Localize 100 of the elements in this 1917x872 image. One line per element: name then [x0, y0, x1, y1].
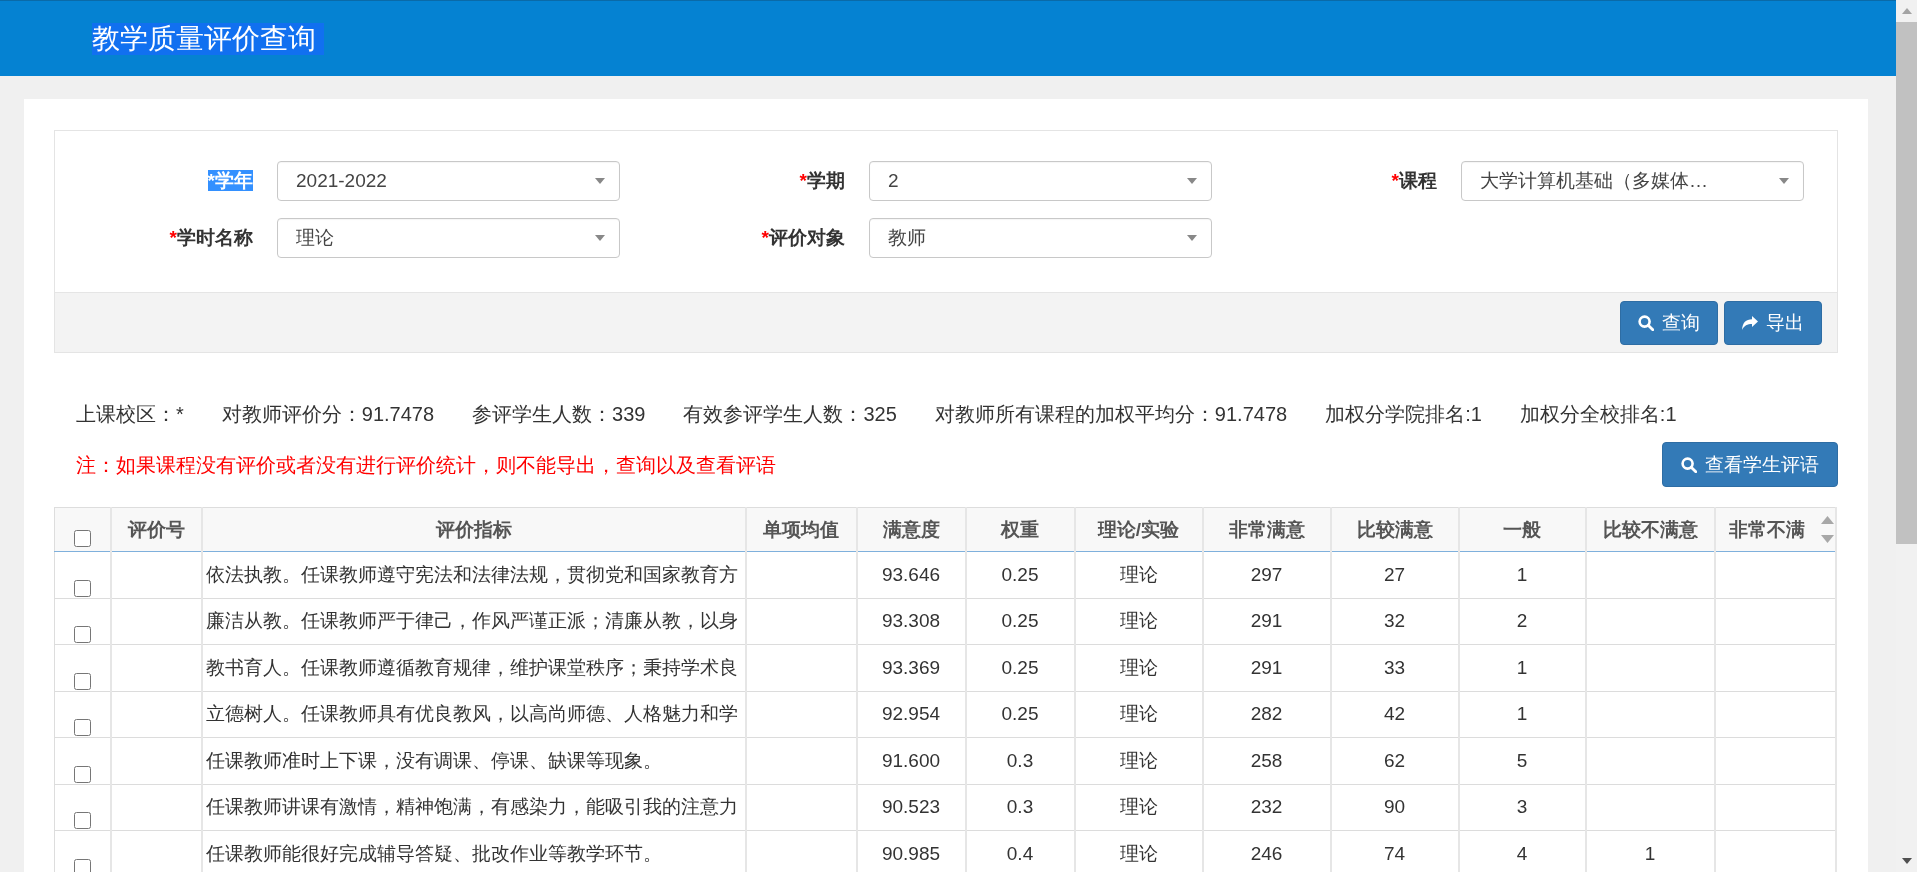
row-checkbox[interactable] [73, 858, 91, 872]
dropdown-select[interactable]: 2021-2022 [277, 161, 620, 201]
column-header: 权重 [965, 507, 1075, 552]
table-cell: 282 [1202, 691, 1331, 738]
table-cell: 93.369 [856, 644, 966, 691]
table-cell: 93.646 [856, 551, 966, 598]
field-label: *学年 [207, 170, 253, 191]
search-icon [1638, 314, 1654, 331]
table-cell: 0.25 [965, 691, 1075, 738]
table-cell: 92.954 [856, 691, 966, 738]
warning-note: 注：如果课程没有评价或者没有进行评价统计，则不能导出，查询以及查看评语 [75, 452, 776, 477]
caret-icon [1187, 178, 1197, 184]
table-cell: 297 [1202, 551, 1331, 598]
table-cell: 33 [1330, 644, 1459, 691]
column-header: 满意度 [856, 507, 966, 552]
table-cell: 理论 [1074, 644, 1203, 691]
column-header: 理论/实验 [1074, 507, 1203, 552]
table-cell: 27 [1330, 551, 1459, 598]
table-cell: 理论 [1074, 598, 1203, 645]
table-cell: 0.25 [965, 551, 1075, 598]
field-label: *学时名称 [169, 227, 253, 248]
caret-icon [595, 178, 605, 184]
table-cell: 5 [1458, 737, 1586, 784]
column-header: 比较满意 [1330, 507, 1459, 552]
scroll-down-icon[interactable] [1901, 858, 1912, 864]
table-cell: 232 [1202, 784, 1331, 831]
dropdown-select[interactable]: 教师 [869, 218, 1212, 258]
table-cell: 立德树人。任课教师具有优良教风，以高尚师德、人格魅力和学 [201, 691, 746, 738]
table-cell: 理论 [1074, 691, 1203, 738]
summary-stat: 对教师所有课程的加权平均分：91.7478 [934, 402, 1288, 426]
caret-icon [595, 235, 605, 241]
table-cell: 任课教师准时上下课，没有调课、停课、缺课等现象。 [201, 737, 746, 784]
table-cell: 246 [1202, 830, 1331, 872]
table-cell: 理论 [1074, 737, 1203, 784]
table-cell: 62 [1330, 737, 1459, 784]
search-icon [1681, 456, 1697, 473]
field-label: *学期 [799, 170, 845, 191]
table-cell: 90.985 [856, 830, 966, 872]
row-checkbox[interactable] [73, 765, 91, 783]
export-button[interactable]: 导出 [1724, 300, 1822, 345]
table-cell: 1 [1458, 691, 1586, 738]
column-header: 一般 [1458, 507, 1586, 552]
dropdown-select[interactable]: 大学计算机基础（多媒体… [1461, 161, 1804, 201]
table-cell: 0.3 [965, 737, 1075, 784]
field-label: *评价对象 [761, 227, 845, 248]
table-cell: 93.308 [856, 598, 966, 645]
field-label: *课程 [1391, 170, 1437, 191]
column-header: 比较不满意 [1585, 507, 1715, 552]
table-cell: 1 [1585, 830, 1715, 872]
dropdown-select[interactable]: 2 [869, 161, 1212, 201]
table-cell: 理论 [1074, 784, 1203, 831]
summary-stat: 对教师评价分：91.7478 [221, 402, 435, 426]
table-cell: 291 [1202, 598, 1331, 645]
row-checkbox[interactable] [73, 719, 91, 736]
table-cell: 32 [1330, 598, 1459, 645]
caret-icon [1779, 178, 1789, 184]
select-all-checkbox[interactable] [73, 530, 91, 547]
column-header: 评价指标 [201, 507, 746, 552]
table-cell: 74 [1330, 830, 1459, 872]
row-checkbox[interactable] [73, 672, 91, 690]
caret-icon [1187, 235, 1197, 241]
table-cell: 4 [1458, 830, 1586, 872]
view-comments-button[interactable]: 查看学生评语 [1662, 442, 1838, 487]
scrollbar-thumb[interactable] [1896, 22, 1917, 544]
table-cell: 90.523 [856, 784, 966, 831]
page-title: 教学质量评价查询 [92, 22, 324, 55]
table-cell: 291 [1202, 644, 1331, 691]
row-checkbox[interactable] [73, 626, 91, 643]
table-cell: 理论 [1074, 830, 1203, 872]
table-cell: 0.3 [965, 784, 1075, 831]
table-cell: 258 [1202, 737, 1331, 784]
table-cell: 任课教师讲课有激情，精神饱满，有感染力，能吸引我的注意力 [201, 784, 746, 831]
table-cell: 廉洁从教。任课教师严于律己，作风严谨正派；清廉从教，以身 [201, 598, 746, 645]
table-cell: 任课教师能很好完成辅导答疑、批改作业等教学环节。 [201, 830, 746, 872]
table-cell: 1 [1458, 551, 1586, 598]
summary-stat: 上课校区：* [76, 402, 184, 426]
table-cell: 42 [1330, 691, 1459, 738]
search-button[interactable]: 查询 [1620, 300, 1718, 345]
table-cell: 0.25 [965, 644, 1075, 691]
table-cell: 理论 [1074, 551, 1203, 598]
dropdown-select[interactable]: 理论 [277, 218, 620, 258]
row-checkbox[interactable] [73, 579, 91, 597]
column-header: 非常不满 [1728, 517, 1805, 542]
row-checkbox[interactable] [73, 812, 91, 829]
table-cell: 2 [1458, 598, 1586, 645]
summary-stat: 加权分学院排名:1 [1325, 402, 1482, 426]
column-header: 非常满意 [1202, 507, 1331, 552]
table-cell: 90 [1330, 784, 1459, 831]
table-cell: 3 [1458, 784, 1586, 831]
summary-stat: 有效参评学生人数：325 [683, 402, 897, 426]
summary-stat: 参评学生人数：339 [472, 402, 646, 426]
column-header: 单项均值 [745, 507, 857, 552]
table-cell: 91.600 [856, 737, 966, 784]
share-arrow-icon [1742, 315, 1758, 330]
table-cell: 0.25 [965, 598, 1075, 645]
summary-stat: 加权分全校排名:1 [1519, 402, 1677, 426]
table-cell: 0.4 [965, 830, 1075, 872]
column-header: 评价号 [110, 507, 202, 552]
table-cell: 教书育人。任课教师遵循教育规律，维护课堂秩序；秉持学术良 [201, 644, 746, 691]
table-cell: 1 [1458, 644, 1586, 691]
